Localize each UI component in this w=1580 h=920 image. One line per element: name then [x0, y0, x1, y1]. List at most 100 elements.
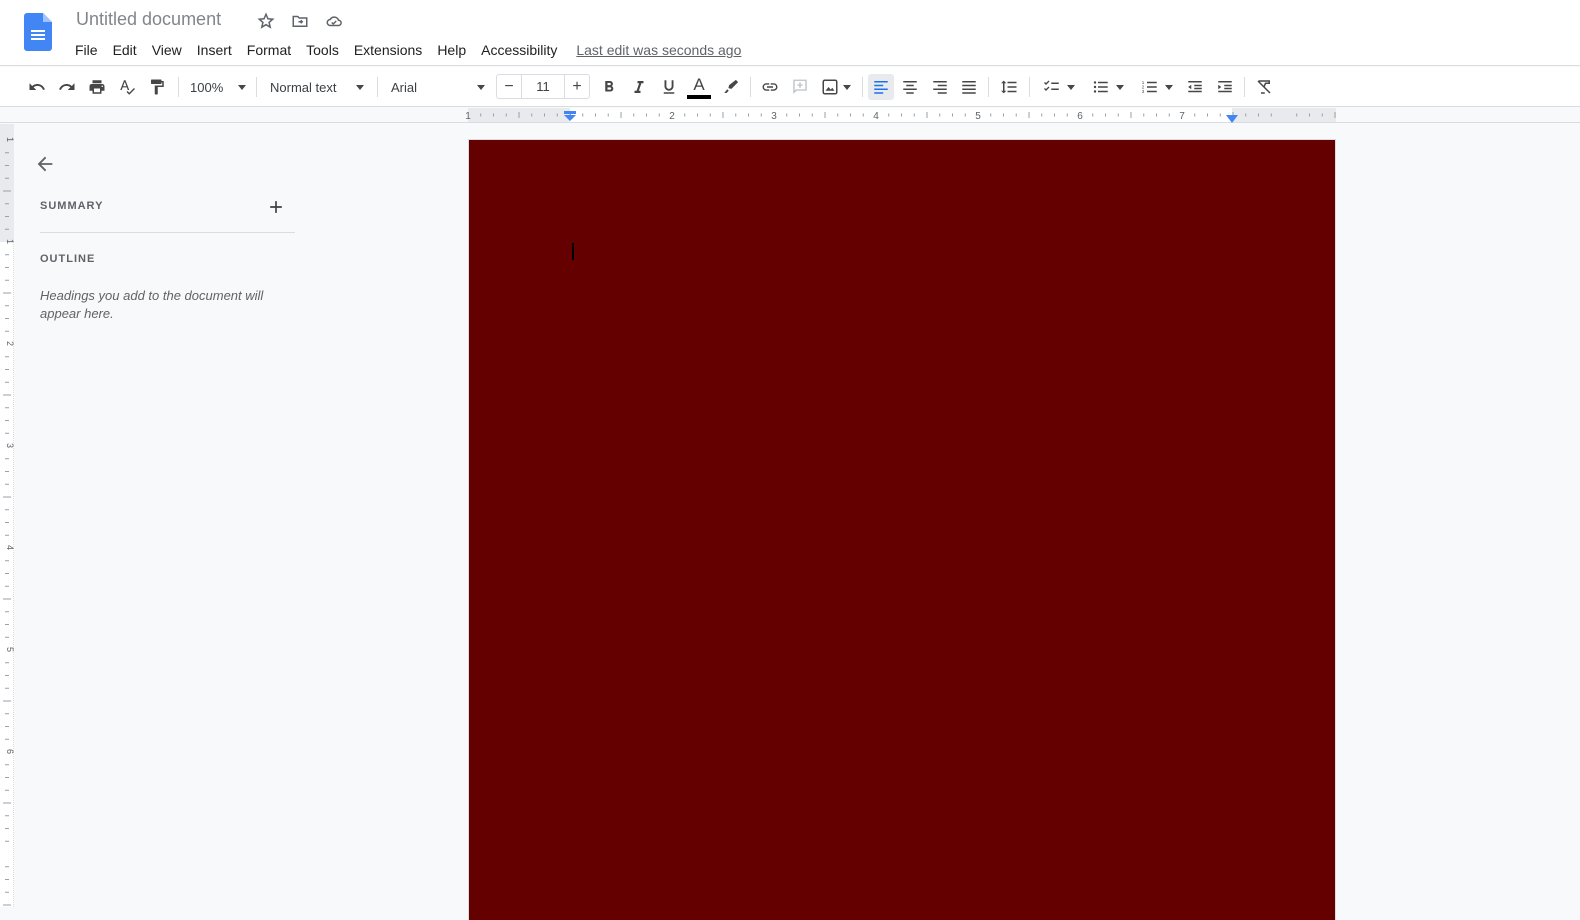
text-color-icon: A — [693, 74, 705, 94]
undo-button[interactable] — [26, 75, 48, 99]
docs-logo-icon[interactable] — [24, 13, 52, 51]
ruler-label: 2 — [5, 341, 14, 346]
checklist-icon — [1044, 80, 1059, 91]
ruler-label: 4 — [873, 111, 879, 122]
link-icon — [762, 83, 778, 91]
menu-view[interactable]: View — [146, 41, 188, 59]
insert-link-button[interactable] — [759, 75, 781, 99]
ruler-label: 2 — [669, 111, 675, 122]
chevron-down-icon — [1165, 84, 1173, 90]
ruler-label: 3 — [771, 111, 777, 122]
vertical-ruler[interactable]: 1 1 2 3 4 5 6 — [0, 124, 14, 907]
document-page[interactable] — [469, 140, 1335, 920]
line-spacing-icon — [1001, 80, 1017, 94]
increase-font-size-button[interactable]: + — [565, 75, 589, 98]
ruler-label: 3 — [5, 443, 14, 448]
bold-button[interactable] — [598, 75, 620, 99]
paragraph-style-value: Normal text — [270, 79, 337, 95]
spellcheck-icon — [120, 80, 135, 95]
horizontal-ruler[interactable]: 11234567 — [0, 107, 1580, 123]
chevron-down-icon — [1067, 84, 1075, 90]
star-icon[interactable] — [256, 11, 276, 31]
font-value: Arial — [391, 79, 418, 95]
highlight-color-button[interactable] — [720, 75, 742, 99]
text-cursor — [572, 243, 574, 260]
ruler-label: 1 — [465, 111, 471, 122]
ruler-label: 5 — [975, 111, 981, 122]
clear-formatting-button[interactable] — [1253, 75, 1275, 99]
chevron-down-icon — [356, 84, 364, 90]
font-size-stepper: − 11 + — [496, 74, 590, 99]
document-outline-panel — [15, 124, 315, 907]
align-right-icon — [933, 81, 947, 94]
back-arrow-icon[interactable] — [34, 153, 56, 175]
menu-accessibility[interactable]: Accessibility — [475, 41, 563, 59]
ruler-label: 6 — [5, 749, 14, 754]
align-left-button[interactable] — [868, 74, 894, 100]
divider — [40, 232, 295, 233]
paint-format-button[interactable] — [146, 75, 168, 99]
align-center-button[interactable] — [899, 75, 921, 99]
move-to-folder-icon[interactable] — [290, 11, 310, 31]
bold-icon — [605, 81, 614, 92]
checklist-button[interactable] — [1038, 75, 1080, 99]
line-spacing-button[interactable] — [997, 75, 1021, 99]
font-size-input[interactable]: 11 — [521, 75, 565, 98]
last-edit-link[interactable]: Last edit was seconds ago — [576, 41, 741, 59]
decrease-indent-button[interactable] — [1184, 75, 1206, 99]
justify-icon — [962, 81, 976, 94]
ruler-label: 4 — [5, 545, 14, 550]
italic-button[interactable] — [628, 75, 650, 99]
clear-formatting-icon — [1257, 80, 1271, 94]
paragraph-style-select[interactable]: Normal text — [264, 75, 370, 99]
plus-icon — [270, 201, 282, 213]
numbered-list-button[interactable]: 123 — [1136, 75, 1178, 99]
menu-bar: File Edit View Insert Format Tools Exten… — [75, 41, 741, 59]
redo-button[interactable] — [56, 75, 78, 99]
ruler-label: 5 — [5, 647, 14, 652]
chevron-down-icon — [1116, 84, 1124, 90]
menu-file[interactable]: File — [75, 41, 104, 59]
comment-icon — [793, 79, 807, 94]
chevron-down-icon — [238, 84, 246, 90]
menu-extensions[interactable]: Extensions — [348, 41, 428, 59]
insert-image-button[interactable] — [817, 75, 855, 99]
ruler-label: 7 — [1179, 111, 1185, 122]
menu-help[interactable]: Help — [431, 41, 472, 59]
menu-edit[interactable]: Edit — [107, 41, 143, 59]
decrease-font-size-button[interactable]: − — [497, 75, 521, 98]
add-summary-button[interactable] — [266, 197, 286, 217]
outline-heading: OUTLINE — [40, 253, 96, 265]
increase-indent-button[interactable] — [1214, 75, 1236, 99]
print-button[interactable] — [86, 75, 108, 99]
align-center-icon — [903, 81, 917, 94]
zoom-select[interactable]: 100% — [186, 75, 250, 99]
title-bar: Untitled document File Edit View Insert … — [0, 0, 1580, 66]
bulleted-list-button[interactable] — [1087, 75, 1129, 99]
align-left-icon — [874, 81, 888, 94]
justify-button[interactable] — [958, 75, 980, 99]
menu-tools[interactable]: Tools — [300, 41, 345, 59]
chevron-down-icon — [843, 84, 851, 90]
print-icon — [89, 80, 105, 94]
menu-format[interactable]: Format — [241, 41, 297, 59]
left-indent-marker-icon[interactable] — [564, 111, 576, 121]
document-title[interactable]: Untitled document — [76, 9, 221, 30]
svg-text:3: 3 — [1142, 89, 1145, 94]
cloud-saved-icon[interactable] — [324, 11, 344, 31]
increase-indent-icon — [1218, 81, 1232, 93]
image-icon — [822, 79, 838, 95]
right-indent-marker-icon[interactable] — [1226, 115, 1238, 123]
ruler-label: 6 — [1077, 111, 1083, 122]
align-right-button[interactable] — [929, 75, 951, 99]
spellcheck-button[interactable] — [116, 75, 138, 99]
bulleted-list-icon — [1093, 81, 1108, 93]
text-color-button[interactable]: A — [686, 73, 712, 101]
font-select[interactable]: Arial — [385, 75, 491, 99]
menu-insert[interactable]: Insert — [191, 41, 238, 59]
undo-icon — [29, 83, 45, 90]
add-comment-button[interactable] — [789, 75, 811, 99]
chevron-down-icon — [477, 84, 485, 90]
outline-empty-hint: Headings you add to the document will ap… — [40, 288, 264, 321]
underline-button[interactable] — [658, 75, 680, 99]
